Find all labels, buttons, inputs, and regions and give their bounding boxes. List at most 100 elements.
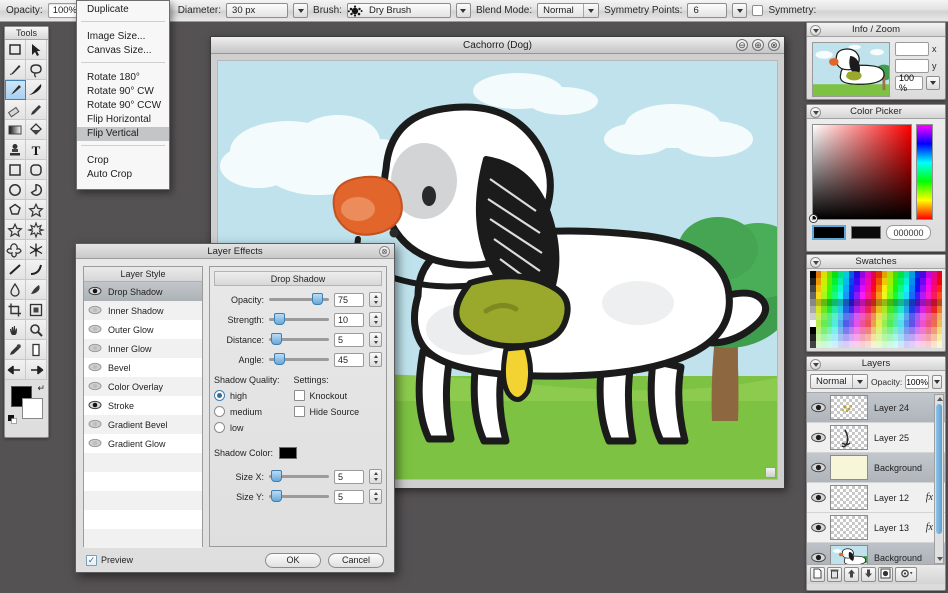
swatch-cell[interactable] (936, 299, 942, 306)
quality-option-low[interactable]: low (214, 422, 280, 433)
style-visibility-toggle[interactable] (88, 400, 102, 412)
gradient-tool[interactable] (5, 120, 26, 140)
diameter-dropdown-button[interactable] (293, 3, 309, 18)
eye-off-icon[interactable] (88, 381, 102, 391)
knockout-checkbox[interactable] (293, 390, 305, 401)
sizex-slider-knob[interactable] (270, 470, 282, 482)
layer-thumbnail[interactable] (830, 545, 868, 564)
layer-row[interactable]: Layer 25 (807, 423, 945, 453)
preview-toggle[interactable]: ✓ Preview (86, 554, 133, 566)
menu-item-flip-horizontal[interactable]: Flip Horizontal (77, 113, 169, 127)
pie-shape-tool[interactable] (26, 180, 47, 200)
sizey-slider[interactable] (269, 490, 329, 502)
picker-background-swatch[interactable] (851, 226, 881, 239)
swatch-cell[interactable] (936, 285, 942, 292)
symmetry-checkbox[interactable] (752, 5, 764, 16)
star-burst-tool[interactable] (26, 220, 47, 240)
diameter-combo[interactable]: 30 px (226, 3, 289, 18)
sizex-input[interactable]: 5 (334, 469, 364, 484)
layer-style-item[interactable]: Drop Shadow (84, 282, 202, 301)
pencil-tool[interactable] (26, 100, 47, 120)
info-zoom-header[interactable]: Info / Zoom (807, 23, 945, 37)
eye-off-icon[interactable] (88, 419, 102, 429)
eye-icon[interactable] (810, 552, 826, 563)
snowflake-tool[interactable] (26, 240, 47, 260)
strength-slider[interactable] (269, 313, 329, 325)
layer-mask-button[interactable] (878, 567, 893, 582)
layer-visibility-toggle[interactable] (809, 492, 827, 503)
disclosure-triangle-icon[interactable] (810, 257, 821, 268)
paint-bucket-tool[interactable] (26, 120, 47, 140)
hex-color-input[interactable]: 000000 (886, 225, 931, 240)
layer-thumbnail[interactable] (830, 395, 868, 420)
clone-stamp-tool[interactable] (5, 140, 26, 160)
maximize-icon[interactable]: ⊕ (752, 39, 764, 51)
swatches-header[interactable]: Swatches (807, 255, 945, 269)
canvas-resize-handle[interactable] (765, 467, 776, 478)
strength-stepper[interactable] (369, 312, 382, 327)
angle-stepper[interactable] (369, 352, 382, 367)
radio-low-icon[interactable] (214, 422, 225, 433)
angle-slider-knob[interactable] (273, 353, 285, 365)
layer-thumbnail[interactable] (830, 485, 868, 510)
layer-visibility-toggle[interactable] (809, 402, 827, 413)
layer-style-item[interactable]: Gradient Glow (84, 434, 202, 453)
zoom-tool[interactable] (26, 320, 47, 340)
opacity-input[interactable]: 75 (334, 292, 364, 307)
eyedropper-tool[interactable] (5, 340, 26, 360)
radio-medium-icon[interactable] (214, 406, 225, 417)
new-layer-button[interactable] (810, 567, 825, 582)
star-tool[interactable] (26, 200, 47, 220)
image-menu-dropdown[interactable]: Duplicate Image Size... Canvas Size... R… (76, 0, 170, 190)
layer-visibility-toggle[interactable] (809, 522, 827, 533)
crop-tool[interactable] (5, 300, 26, 320)
symmetry-points-combo[interactable]: 6 (687, 3, 728, 18)
blend-mode-combo[interactable]: Normal (537, 3, 600, 18)
layer-visibility-toggle[interactable] (809, 462, 827, 473)
symmetry-points-dropdown-button[interactable] (732, 3, 748, 18)
swatch-cell[interactable] (936, 327, 942, 334)
sizey-stepper[interactable] (369, 489, 382, 504)
swatches-grid[interactable] (807, 269, 945, 351)
swatch-cell[interactable] (936, 313, 942, 320)
zoom-dropdown-button[interactable] (926, 76, 940, 90)
layer-visibility-toggle[interactable] (809, 432, 827, 443)
quality-option-high[interactable]: high (214, 390, 280, 401)
color-picker-header[interactable]: Color Picker (807, 105, 945, 119)
curve-tool[interactable] (26, 260, 47, 280)
line-tool[interactable] (5, 260, 26, 280)
move-layer-up-button[interactable] (844, 567, 859, 582)
eye-icon[interactable] (810, 522, 826, 533)
disclosure-triangle-icon[interactable] (810, 107, 821, 118)
quality-option-medium[interactable]: medium (214, 406, 280, 417)
menu-item-auto-crop[interactable]: Auto Crop (77, 168, 169, 182)
sizey-input[interactable]: 5 (334, 489, 364, 504)
layer-row[interactable]: Background (807, 543, 945, 564)
document-title-bar[interactable]: Cachorro (Dog) ⊖ ⊕ ⊗ (211, 37, 784, 54)
eye-off-icon[interactable] (88, 343, 102, 353)
picker-foreground-swatch[interactable] (812, 225, 846, 240)
layer-opacity-input[interactable]: 100% (905, 374, 929, 389)
preview-checkbox[interactable]: ✓ (86, 554, 97, 566)
menu-item-flip-vertical[interactable]: Flip Vertical (77, 127, 169, 141)
opacity-slider-knob[interactable] (312, 293, 324, 305)
background-color-swatch[interactable] (22, 398, 43, 419)
eye-off-icon[interactable] (88, 362, 102, 372)
swatch-cell[interactable] (936, 320, 942, 327)
star5-tool[interactable] (5, 220, 26, 240)
brush-dropdown-button[interactable] (455, 3, 471, 18)
menu-item-canvas-size[interactable]: Canvas Size... (77, 44, 169, 58)
swatch-cell[interactable] (936, 306, 942, 313)
rounded-rect-tool[interactable] (26, 160, 47, 180)
layer-thumbnail[interactable] (830, 455, 868, 480)
move-tool[interactable] (26, 40, 47, 60)
y-coordinate-input[interactable] (895, 59, 929, 73)
setting-knockout[interactable]: Knockout (293, 390, 360, 401)
polygon-tool[interactable] (5, 200, 26, 220)
layer-blend-mode-combo[interactable]: Normal (810, 374, 868, 389)
layer-style-item[interactable]: Stroke (84, 396, 202, 415)
default-colors-icon[interactable] (8, 415, 17, 424)
layer-row[interactable]: Background (807, 453, 945, 483)
menu-item-rotate-90-ccw[interactable]: Rotate 90° CCW (77, 99, 169, 113)
lasso-tool[interactable] (26, 60, 47, 80)
